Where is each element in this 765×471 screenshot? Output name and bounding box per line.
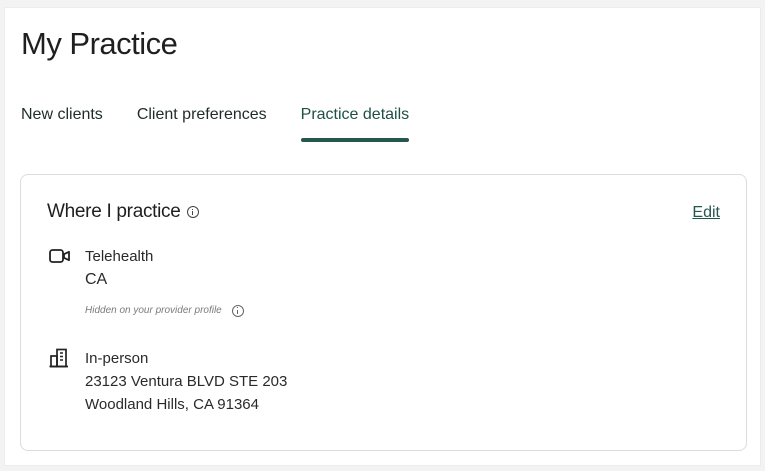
tab-practice-details[interactable]: Practice details <box>300 106 409 146</box>
tab-new-clients[interactable]: New clients <box>21 106 103 146</box>
in-person-type: In-person <box>85 350 149 367</box>
edit-link[interactable]: Edit <box>692 204 720 222</box>
in-person-details: In-person 23123 Ventura BLVD STE 203 Woo… <box>85 347 287 416</box>
telehealth-location: Telehealth CA Hidden on your provider pr… <box>49 245 244 322</box>
info-icon[interactable] <box>186 206 199 218</box>
telehealth-type: Telehealth <box>85 248 154 265</box>
tab-bar: New clients Client preferences Practice … <box>21 106 443 146</box>
address-line-1: 23123 Ventura BLVD STE 203 <box>85 373 288 390</box>
building-icon <box>49 348 68 368</box>
tab-client-preferences[interactable]: Client preferences <box>137 106 267 146</box>
telehealth-state: CA <box>85 271 108 288</box>
video-camera-icon <box>49 249 70 263</box>
address-line-2: Woodland Hills, CA 91364 <box>85 396 259 413</box>
hidden-note-text: Hidden on your provider profile <box>85 305 222 316</box>
practice-page: My Practice New clients Client preferenc… <box>4 7 761 466</box>
info-icon[interactable] <box>231 304 244 317</box>
telehealth-details: Telehealth CA Hidden on your provider pr… <box>85 245 244 322</box>
page-title: My Practice <box>21 26 178 61</box>
in-person-location: In-person 23123 Ventura BLVD STE 203 Woo… <box>49 347 287 416</box>
where-i-practice-card: Where I practice Edit Telehealth CA Hidd… <box>20 174 747 451</box>
card-title-text: Where I practice <box>47 201 181 222</box>
hidden-profile-note: Hidden on your provider profile <box>85 299 244 322</box>
card-title: Where I practice <box>47 201 199 223</box>
